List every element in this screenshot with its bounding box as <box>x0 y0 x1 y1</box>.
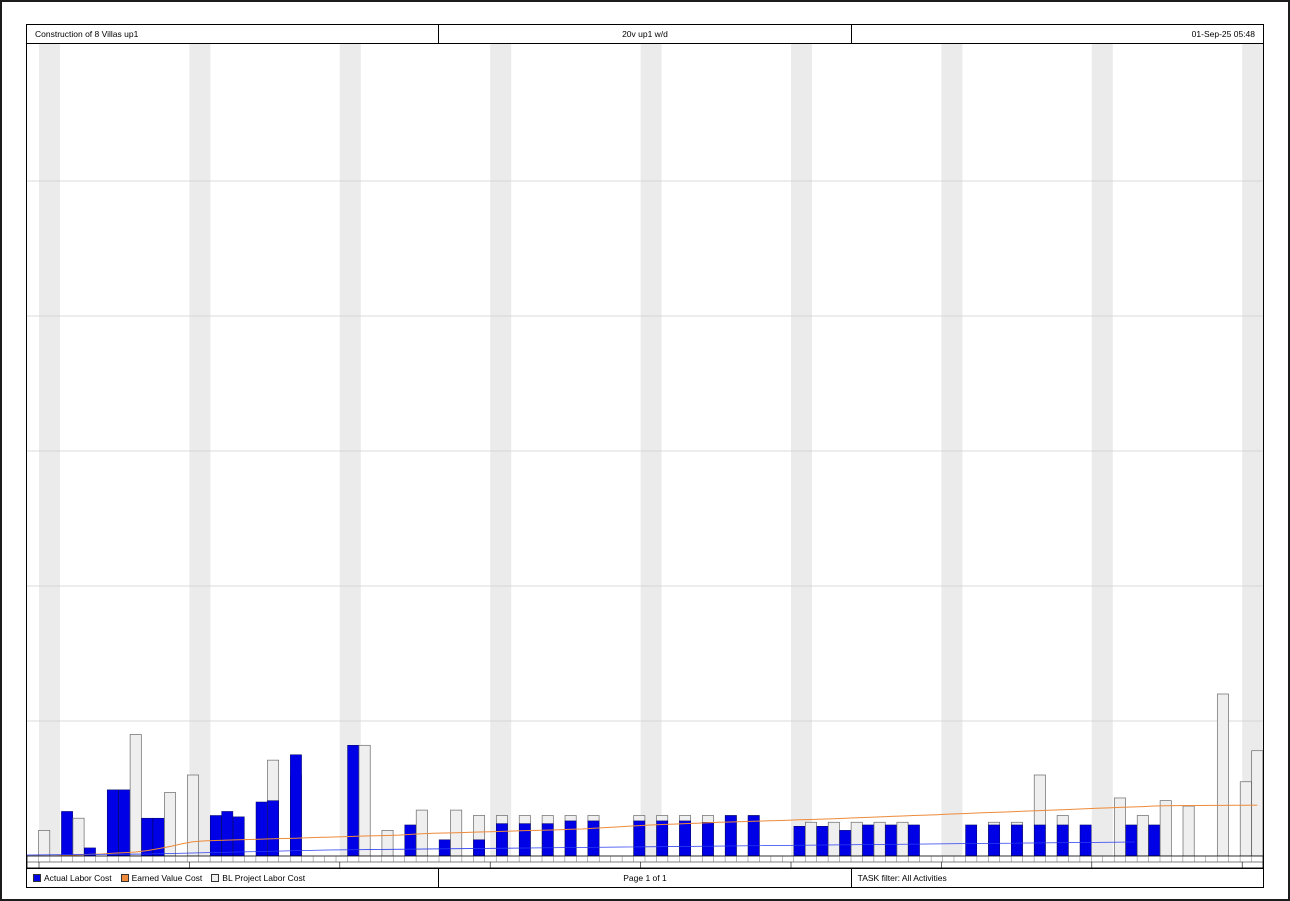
chart-area <box>26 44 1264 868</box>
report-footer: Actual Labor Cost Earned Value Cost BL P… <box>26 868 1264 888</box>
bl-labor-cost-bar <box>129 734 142 857</box>
layout-name: 20v up1 w/d <box>439 25 852 43</box>
actual-labor-cost-bar <box>1011 824 1023 857</box>
weekend-band <box>189 44 211 856</box>
weekend-band <box>39 44 60 856</box>
bl-labor-cost-bar <box>1239 781 1252 857</box>
actual-labor-cost-bar <box>656 820 669 857</box>
weekend-band <box>791 44 812 856</box>
actual-labor-cost-bar <box>541 823 554 857</box>
report-date: 01-Sep-25 05:48 <box>1191 29 1255 39</box>
bl-labor-cost-bar <box>827 821 840 857</box>
actual-labor-cost-bar <box>518 823 531 857</box>
weekend-band <box>339 44 361 856</box>
actual-labor-cost-bar <box>404 824 417 857</box>
actual-labor-cost-bar <box>221 811 234 857</box>
weekend-band <box>1242 44 1263 856</box>
actual-labor-cost-bar <box>232 816 245 857</box>
actual-labor-cost-bar <box>106 789 119 857</box>
actual-labor-cost-bar <box>988 824 1000 857</box>
legend-baseline: BL Project Labor Cost <box>211 873 305 883</box>
actual-labor-cost-bar <box>61 811 73 857</box>
weekend-band <box>941 44 963 856</box>
weekend-band <box>640 44 662 856</box>
actual-labor-cost-bar <box>1148 824 1161 857</box>
page-number: Page 1 of 1 <box>439 869 852 887</box>
actual-labor-cost-bar <box>473 839 485 857</box>
actual-labor-cost-bar <box>793 826 806 857</box>
report-header: Construction of 8 Villas up1 20v up1 w/d… <box>26 24 1264 44</box>
bl-labor-cost-bar <box>1113 797 1126 857</box>
legend-earned-label: Earned Value Cost <box>131 873 203 883</box>
legend-baseline-swatch <box>211 874 220 882</box>
actual-labor-cost-bar <box>564 820 577 857</box>
weekend-band <box>1091 44 1113 856</box>
report-page: Construction of 8 Villas up1 20v up1 w/d… <box>2 2 1288 899</box>
actual-labor-cost-bar <box>679 820 691 857</box>
weekend-band <box>490 44 512 856</box>
actual-labor-cost-bar <box>702 822 714 857</box>
bl-labor-cost-bar <box>896 821 909 857</box>
bl-labor-cost-bar <box>1182 805 1195 857</box>
actual-labor-cost-bar <box>965 824 978 857</box>
actual-labor-cost-bar <box>209 815 222 857</box>
filter-label: TASK filter: All Activities <box>857 873 947 883</box>
bl-labor-cost-bar <box>873 821 886 857</box>
actual-labor-cost-bar <box>118 789 131 857</box>
actual-labor-cost-bar <box>347 745 360 857</box>
bl-labor-cost-bar <box>1136 815 1149 857</box>
actual-labor-cost-bar <box>862 824 875 857</box>
actual-labor-cost-bar <box>1079 824 1092 857</box>
actual-labor-cost-bar <box>908 824 920 857</box>
bl-labor-cost-bar <box>1251 750 1263 857</box>
legend-actual-swatch <box>33 874 41 882</box>
actual-labor-cost-bar <box>1056 824 1069 857</box>
legend: Actual Labor Cost Earned Value Cost BL P… <box>27 869 440 887</box>
legend-actual: Actual Labor Cost <box>33 873 112 883</box>
actual-labor-cost-bar <box>816 826 829 857</box>
bl-labor-cost-bar <box>381 829 394 857</box>
bl-labor-cost-bar <box>358 744 371 857</box>
actual-labor-cost-bar <box>1033 824 1046 857</box>
actual-labor-cost-bar <box>1125 824 1138 857</box>
actual-labor-cost-bar <box>290 754 302 857</box>
actual-labor-cost-bar <box>587 820 600 857</box>
project-name: Construction of 8 Villas up1 <box>27 25 440 43</box>
actual-labor-cost-bar <box>255 801 268 857</box>
legend-earned-swatch <box>120 874 129 882</box>
actual-labor-cost-bar <box>885 824 897 857</box>
cost-histogram-chart <box>27 44 1263 868</box>
actual-labor-cost-bar <box>152 817 165 857</box>
bl-labor-cost-bar <box>804 821 817 857</box>
bl-labor-cost-bar <box>850 821 863 857</box>
bl-labor-cost-bar <box>1216 693 1229 857</box>
legend-actual-label: Actual Labor Cost <box>44 873 112 883</box>
actual-labor-cost-bar <box>267 800 279 857</box>
legend-baseline-label: BL Project Labor Cost <box>222 873 306 883</box>
legend-earned: Earned Value Cost <box>120 873 203 883</box>
actual-labor-cost-bar <box>438 839 451 857</box>
bl-labor-cost-bar <box>72 817 85 857</box>
bl-labor-cost-bar <box>186 774 199 857</box>
bl-labor-cost-bar <box>38 829 51 857</box>
actual-labor-cost-bar <box>496 823 508 857</box>
actual-labor-cost-bar <box>839 830 852 857</box>
bl-labor-cost-bar <box>1159 800 1172 857</box>
